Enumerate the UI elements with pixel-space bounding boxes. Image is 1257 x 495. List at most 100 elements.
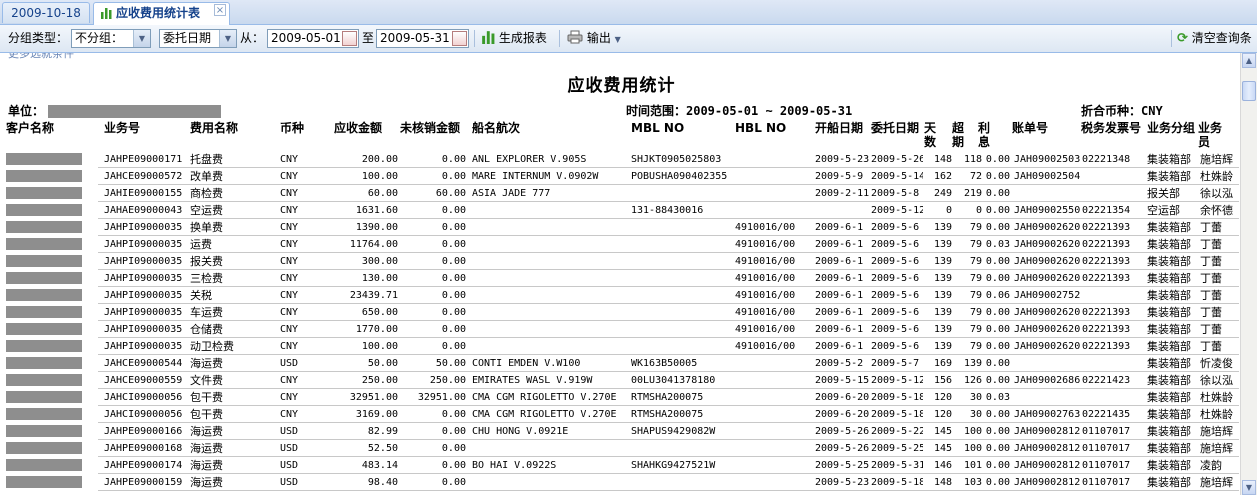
table-cell-business-no: JAHCE09000544 [104, 358, 183, 369]
table-cell-salesperson: 施培辉 [1200, 442, 1233, 455]
date-type-select[interactable]: 委托日期 ▼ [159, 29, 237, 48]
table-cell-days: 120 [933, 409, 952, 420]
more-conditions-link[interactable]: 更多选就条件 [8, 53, 74, 61]
table-cell-days: 145 [933, 426, 952, 437]
to-date-field[interactable]: 2009-05-31 [376, 29, 469, 48]
table-cell-business-no: JAHIE09000155 [104, 188, 183, 199]
calendar-icon[interactable] [342, 31, 357, 46]
table-cell-days: 145 [933, 443, 952, 454]
calendar-icon[interactable] [452, 31, 467, 46]
table-cell-mbl: 131-88430016 [631, 205, 704, 216]
table-cell-overdue: 79 [969, 239, 982, 250]
table-cell-business-no: JAHPI09000035 [104, 256, 183, 267]
customer-name-masked [6, 238, 82, 250]
close-icon[interactable]: × [214, 4, 226, 16]
table-cell-hbl: 4910016/00 [735, 273, 796, 284]
chevron-down-icon[interactable]: ▼ [133, 30, 150, 47]
table-row: JAHPI09000035 动卫检费 CNY 100.00 0.00 4910016/00… [4, 338, 1239, 355]
table-cell-hbl [735, 202, 815, 219]
tab-date[interactable]: 2009-10-18 [2, 2, 90, 23]
table-row: JAHPE09000168 海运费 USD 52.50 0.00 2009-5-26 200… [4, 440, 1239, 457]
table-cell-mbl [631, 474, 735, 491]
customer-name-masked [6, 255, 82, 267]
table-cell-business-group: 集装箱部 [1147, 408, 1191, 421]
from-date-field[interactable]: 2009-05-01 [267, 29, 359, 48]
customer-name-masked [6, 476, 82, 488]
report-area: 更多选就条件 应收费用统计 单位： 时间范围：2009-05-01 ~ 2009… [4, 53, 1239, 495]
export-button[interactable]: 输出 ▼ [567, 28, 621, 49]
table-cell-hbl [735, 151, 815, 168]
table-cell-unwritten: 0.00 [441, 273, 466, 284]
table-row: JAHIE09000155 商检费 CNY 60.00 60.00 ASIA JADE 7… [4, 185, 1239, 202]
table-cell-vessel [472, 287, 630, 304]
group-type-select[interactable]: 不分组： ▼ [71, 29, 151, 48]
table-cell-business-no: JAHPI09000035 [104, 324, 183, 335]
table-cell-business-no: JAHCE09000559 [104, 375, 183, 386]
table-cell-business-no: JAHPI09000035 [104, 307, 183, 318]
table-cell-currency: CNY [280, 188, 299, 199]
table-cell-sail-date: 2009-6-1 [815, 222, 864, 233]
table-cell-mbl [631, 185, 735, 202]
table-cell-sail-date: 2009-6-1 [815, 341, 864, 352]
table-cell-entrust-date: 2009-5-12 [871, 375, 923, 386]
table-cell-mbl [631, 338, 735, 355]
table-cell-currency: USD [280, 426, 299, 437]
table-cell-entrust-date: 2009-5-8 [871, 188, 920, 199]
row-divider [98, 490, 1239, 491]
from-label: 从： [240, 31, 265, 45]
table-cell-days: 139 [933, 341, 952, 352]
table-cell-currency: USD [280, 443, 299, 454]
table-cell-fee-name: 文件费 [190, 374, 223, 387]
customer-name-masked [6, 306, 82, 318]
group-type-label: 分组类型： [8, 31, 69, 45]
customer-name-masked [6, 408, 82, 420]
table-cell-mbl [631, 253, 735, 270]
tab-receivable-report[interactable]: 应收费用统计表 × [93, 2, 230, 25]
table-cell-business-no: JAHCI09000056 [104, 392, 183, 403]
table-cell-entrust-date: 2009-5-12 [871, 205, 923, 216]
table-cell-entrust-date: 2009-5-18 [871, 477, 923, 488]
generate-report-button[interactable]: 生成报表 [481, 28, 547, 49]
table-row: JAHPE09000159 海运费 USD 98.40 0.00 2009-5-23 200… [4, 474, 1239, 491]
table-cell-vessel [472, 236, 630, 253]
chevron-down-icon[interactable]: ▼ [219, 30, 236, 47]
table-cell-entrust-date: 2009-5-6 [871, 239, 920, 250]
table-cell-vessel [472, 474, 630, 491]
scroll-down-arrow-icon[interactable]: ▼ [1242, 480, 1256, 495]
table-cell-currency: CNY [280, 273, 299, 284]
table-cell-sail-date: 2009-6-1 [815, 273, 864, 284]
customer-name-masked [6, 391, 82, 403]
table-cell-mbl: 00LU3041378180 [631, 375, 716, 386]
vertical-scrollbar[interactable]: ▲ ▼ [1240, 53, 1257, 495]
table-cell-sail-date: 2009-5-23 [815, 154, 870, 165]
table-cell-business-group: 集装箱部 [1147, 306, 1191, 319]
table-cell-business-group: 集装箱部 [1147, 459, 1191, 472]
table-cell-entrust-date: 2009-5-31 [871, 460, 923, 471]
table-cell-currency: CNY [280, 341, 299, 352]
printer-icon [567, 30, 583, 44]
export-label: 输出 [586, 31, 611, 45]
header-receivable: 应收金额 [333, 121, 382, 135]
table-cell-salesperson: 丁蕾 [1200, 272, 1222, 285]
table-cell-unwritten: 0.00 [441, 222, 466, 233]
chevron-down-icon[interactable]: ▼ [615, 35, 621, 44]
table-cell-days: 169 [933, 358, 952, 369]
scroll-thumb[interactable] [1242, 81, 1256, 101]
table-row: JAHPI09000035 换单费 CNY 1390.00 0.00 4910016/00… [4, 219, 1239, 236]
clear-query-button[interactable]: ⟳ 清空查询条 [1177, 28, 1252, 49]
header-customer: 客户名称 [6, 121, 55, 135]
header-currency: 币种 [280, 121, 305, 135]
table-cell-mbl [631, 270, 735, 287]
table-cell-salesperson: 丁蕾 [1200, 340, 1222, 353]
table-cell-entrust-date: 2009-5-6 [871, 273, 920, 284]
scroll-up-arrow-icon[interactable]: ▲ [1242, 53, 1256, 68]
table-cell-business-no: JAHPE09000174 [104, 460, 183, 471]
table-cell-salesperson: 施培辉 [1200, 476, 1233, 489]
table-cell-currency: CNY [280, 392, 299, 403]
table-cell-fee-name: 海运费 [190, 442, 223, 455]
table-cell-hbl: 4910016/00 [735, 239, 796, 250]
table-cell-interest: 0.00 [985, 409, 1010, 420]
table-cell-fee-name: 海运费 [190, 357, 223, 370]
table-cell-entrust-date: 2009-5-18 [871, 409, 923, 420]
table-cell-currency: CNY [280, 222, 299, 233]
